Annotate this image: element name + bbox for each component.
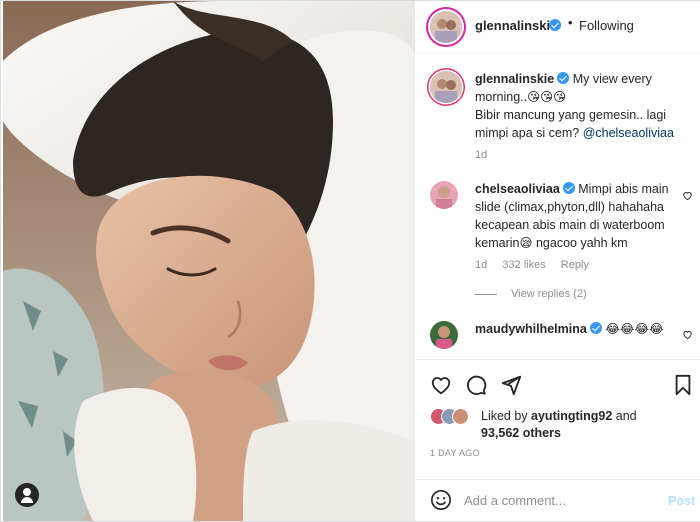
comment-line2: slide (climax,phyton,dll) hahahaha [475, 200, 664, 214]
add-comment-bar: Post [416, 479, 700, 521]
verified-badge-icon [589, 322, 602, 334]
comment-line3: kecapean abis main di waterboom [475, 218, 665, 232]
caption-age[interactable]: 1d [475, 149, 487, 161]
heart-icon[interactable] [430, 374, 452, 396]
post-frame: glennalinskie • Following glennalinskie … [0, 0, 700, 522]
post-timestamp[interactable]: 1 DAY AGO [430, 448, 480, 458]
comment-icon[interactable] [465, 374, 487, 396]
caption-username[interactable]: glennalinskie [475, 72, 554, 86]
separator-dot: • [568, 15, 573, 30]
comment-line1: Mimpi abis main [578, 182, 669, 196]
likes-prefix: Liked by [481, 409, 532, 423]
comment-like-heart-icon[interactable] [682, 190, 693, 201]
comment-age[interactable]: 1d [475, 259, 487, 271]
verified-badge-icon [549, 19, 561, 31]
post-photo[interactable] [3, 1, 415, 521]
post-header: glennalinskie • Following [416, 1, 700, 53]
comment-like-heart-icon[interactable] [682, 329, 693, 340]
comment-likes[interactable]: 332 likes [502, 259, 545, 271]
likes-count[interactable]: 93,562 others [481, 426, 561, 440]
comment-avatar[interactable] [430, 321, 458, 349]
bookmark-icon[interactable] [672, 374, 694, 396]
caption-emoji: 😘😘😘 [527, 90, 567, 104]
replies-divider [475, 293, 497, 295]
photo-illustration [3, 1, 415, 521]
post-comment-button[interactable]: Post [668, 494, 695, 508]
comment-reply-button[interactable]: Reply [561, 259, 589, 271]
caption-line2: Bibir mancung yang gemesin.. lagi [475, 108, 667, 122]
author-username[interactable]: glennalinskie [475, 18, 557, 33]
comment-text: maudywhilhelmina 😂😂😂😂 [475, 320, 687, 338]
post-side-panel: glennalinskie • Following glennalinskie … [416, 1, 700, 521]
user-tag-icon[interactable] [15, 483, 39, 507]
comment-avatar[interactable] [430, 181, 458, 209]
liker-avatar[interactable] [452, 408, 469, 425]
comment-meta: 1d 332 likes Reply [475, 259, 601, 271]
verified-badge-icon [557, 72, 570, 84]
view-replies-button[interactable]: View replies (2) [475, 288, 587, 300]
likes-user[interactable]: ayutingting92 [531, 409, 612, 423]
caption-line3: mimpi apa si cem? [475, 126, 583, 140]
likes-text: Liked by ayutingting92 and 93,562 others [481, 408, 691, 442]
likes-middle: and [612, 409, 637, 423]
caption-avatar[interactable] [430, 71, 462, 103]
comment-username[interactable]: chelseaoliviaa [475, 182, 560, 196]
comment-input[interactable] [464, 488, 654, 512]
liker-avatars [430, 408, 470, 426]
caption-mention[interactable]: @chelseaoliviaa [583, 126, 674, 140]
author-avatar[interactable] [430, 11, 462, 43]
comment-line4: kemarin😪 ngacoo yahh km [475, 236, 628, 250]
post-actions: Liked by ayutingting92 and 93,562 others… [416, 359, 700, 479]
comment-username[interactable]: maudywhilhelmina [475, 322, 587, 336]
comment-body: 😂😂😂😂 [605, 322, 664, 336]
verified-badge-icon [562, 182, 575, 194]
following-button[interactable]: Following [579, 18, 634, 33]
comment-text: chelseaoliviaa Mimpi abis main slide (cl… [475, 180, 687, 252]
caption-meta: 1d [475, 149, 499, 161]
comments-list: glennalinskie My view every morning..😘😘😘… [416, 53, 700, 359]
emoji-icon[interactable] [430, 489, 452, 511]
share-icon[interactable] [500, 374, 522, 396]
caption-text: glennalinskie My view every morning..😘😘😘… [475, 70, 687, 142]
view-replies-label: View replies (2) [511, 288, 587, 300]
